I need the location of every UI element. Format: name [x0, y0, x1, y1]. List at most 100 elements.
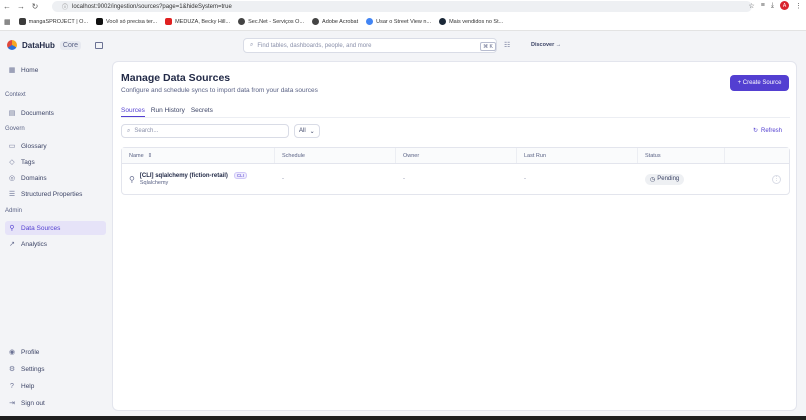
refresh-label: Refresh	[760, 127, 782, 134]
tag-icon: ◇	[9, 159, 15, 166]
help-icon: ?	[10, 382, 14, 390]
bookmark-item[interactable]: mangaSPROJECT | O...	[18, 18, 88, 25]
sidebar: DataHub Core ▦ Home Context ▤ Documents …	[0, 31, 112, 420]
datahub-logo-icon	[7, 40, 17, 50]
globe-icon	[312, 18, 320, 25]
source-name[interactable]: [CLI] sqlalchemy (fiction-retail)	[140, 173, 228, 179]
user-icon: ◉	[8, 349, 16, 356]
sidebar-item-tags[interactable]: ◇ Tags	[5, 155, 106, 169]
sources-search-input[interactable]: ⌕ Search...	[121, 124, 289, 138]
chart-icon: ↗	[9, 241, 15, 248]
browser-toolbar: ← → ↻ ⓘ localhost:9002/ingestion/sources…	[0, 0, 806, 13]
sidebar-item-label: Data Sources	[21, 224, 61, 232]
search-placeholder: Search...	[134, 128, 159, 134]
section-govern: Govern	[5, 126, 25, 132]
page-subtitle: Configure and schedule syncs to import d…	[121, 87, 318, 94]
brand[interactable]: DataHub Core	[7, 40, 82, 50]
generic-site-icon	[18, 18, 26, 25]
sidebar-item-label: Help	[21, 382, 35, 390]
cell-schedule: -	[282, 176, 284, 182]
section-context: Context	[5, 92, 26, 98]
bookmark-item[interactable]: MEDUZA, Becky Hill...	[165, 18, 230, 25]
sidebar-item-documents[interactable]: ▤ Documents	[5, 106, 106, 120]
column-status: Status	[638, 148, 725, 163]
sidebar-item-help[interactable]: ? Help	[5, 379, 106, 393]
clock-icon: ◷	[650, 176, 656, 183]
search-filter-icon[interactable]: ☷	[504, 41, 510, 49]
sidebar-item-sign-out[interactable]: ⇥ Sign out	[5, 396, 106, 410]
extensions-icon[interactable]: ≡	[761, 2, 765, 9]
bookmark-star-icon[interactable]: ☆	[749, 2, 755, 10]
sidebar-item-label: Documents	[21, 109, 54, 117]
sidebar-item-label: Settings	[21, 365, 45, 373]
column-owner: Owner	[396, 148, 517, 163]
gear-icon: ⚙	[8, 366, 16, 373]
bookmarks-bar: ▦ mangaSPROJECT | O... Você só precisa t…	[0, 13, 806, 31]
sidebar-item-structured-properties[interactable]: ☰ Structured Properties	[5, 187, 106, 201]
bookmark-item[interactable]: Usar o Street View n...	[366, 18, 431, 25]
sidebar-item-analytics[interactable]: ↗ Analytics	[5, 237, 106, 251]
sidebar-item-label: Tags	[21, 158, 35, 166]
book-icon: ▭	[8, 143, 16, 150]
tab-secrets[interactable]: Secrets	[191, 107, 213, 117]
download-icon[interactable]: ⤓	[771, 2, 774, 10]
sidebar-item-label: Glossary	[21, 142, 47, 150]
shortcut-hint: ⌘ K	[480, 42, 496, 51]
reload-icon[interactable]: ↻	[28, 2, 42, 11]
back-arrow-icon[interactable]: ←	[0, 2, 14, 11]
apps-grid-icon[interactable]: ▦	[4, 18, 11, 26]
sidebar-item-home[interactable]: ▦ Home	[5, 63, 106, 77]
sidebar-item-profile[interactable]: ◉ Profile	[5, 345, 106, 359]
bookmark-item[interactable]: Mais vendidos no St...	[439, 18, 503, 25]
page-title: Manage Data Sources	[121, 72, 231, 84]
more-options-icon[interactable]: ⋮	[772, 174, 781, 184]
topbar: ⌕ Find tables, dashboards, people, and m…	[112, 31, 806, 61]
sidebar-item-label: Analytics	[21, 240, 48, 248]
search-icon: ⌕	[127, 127, 131, 134]
menu-dots-icon[interactable]: ⋮	[795, 2, 802, 10]
bookmark-item[interactable]: Você só precisa ter...	[96, 18, 157, 25]
youtube-icon	[165, 18, 173, 25]
sidebar-item-domains[interactable]: ◎ Domains	[5, 171, 106, 185]
tab-sources[interactable]: Sources	[121, 107, 145, 117]
address-bar[interactable]: ⓘ localhost:9002/ingestion/sources?page=…	[52, 1, 752, 12]
global-search-input[interactable]: ⌕ Find tables, dashboards, people, and m…	[243, 38, 497, 53]
refresh-button[interactable]: ↻ Refresh	[752, 127, 782, 135]
chevron-down-icon: ⌄	[309, 128, 315, 135]
browser-actions: ☆ ≡ ⤓ A ⋮	[749, 1, 802, 10]
main-panel: Manage Data Sources Configure and schedu…	[112, 61, 797, 411]
brand-name: DataHub	[22, 40, 55, 50]
bookmark-item[interactable]: Sec.Net - Serviços O...	[238, 18, 304, 25]
column-last-run: Last Run	[517, 148, 638, 163]
sidebar-item-data-sources[interactable]: ⚲ Data Sources	[5, 221, 106, 235]
taskbar-edge	[0, 416, 806, 420]
bookmark-item[interactable]: Adobe Acrobat	[312, 18, 358, 25]
sort-icon[interactable]: ⇕	[148, 153, 153, 159]
section-admin: Admin	[5, 208, 23, 214]
site-info-icon[interactable]: ⓘ	[62, 2, 68, 11]
sidebar-item-glossary[interactable]: ▭ Glossary	[5, 139, 106, 153]
cell-last-run: -	[524, 176, 526, 182]
sidebar-item-settings[interactable]: ⚙ Settings	[5, 362, 106, 376]
column-name[interactable]: Name ⇕	[122, 148, 275, 163]
steam-icon	[439, 18, 447, 25]
sidebar-item-label: Profile	[21, 348, 40, 356]
forward-arrow-icon[interactable]: →	[14, 2, 28, 11]
plug-icon: ⚲	[129, 174, 135, 184]
type-filter-select[interactable]: All ⌄	[294, 124, 320, 138]
discover-link[interactable]: Discover →	[531, 42, 561, 48]
profile-avatar[interactable]: A	[780, 1, 789, 10]
sidebar-collapse-icon[interactable]	[95, 42, 103, 49]
url-text: localhost:9002/ingestion/sources?page=1&…	[72, 3, 232, 10]
create-source-button[interactable]: + Create Source	[730, 75, 789, 91]
sidebar-item-label: Sign out	[21, 399, 45, 407]
tab-run-history[interactable]: Run History	[151, 107, 185, 117]
table-header: Name ⇕ Schedule Owner Last Run Status	[122, 148, 789, 164]
cell-actions: ⋮	[725, 164, 789, 194]
tab-bar: Sources Run History Secrets	[121, 107, 213, 117]
plug-icon: ⚲	[9, 225, 15, 232]
refresh-icon: ↻	[752, 128, 758, 134]
table-row[interactable]: ⚲ [CLI] sqlalchemy (fiction-retail) CLI …	[122, 164, 789, 194]
globe-icon	[238, 18, 246, 25]
document-icon: ▤	[8, 110, 16, 117]
